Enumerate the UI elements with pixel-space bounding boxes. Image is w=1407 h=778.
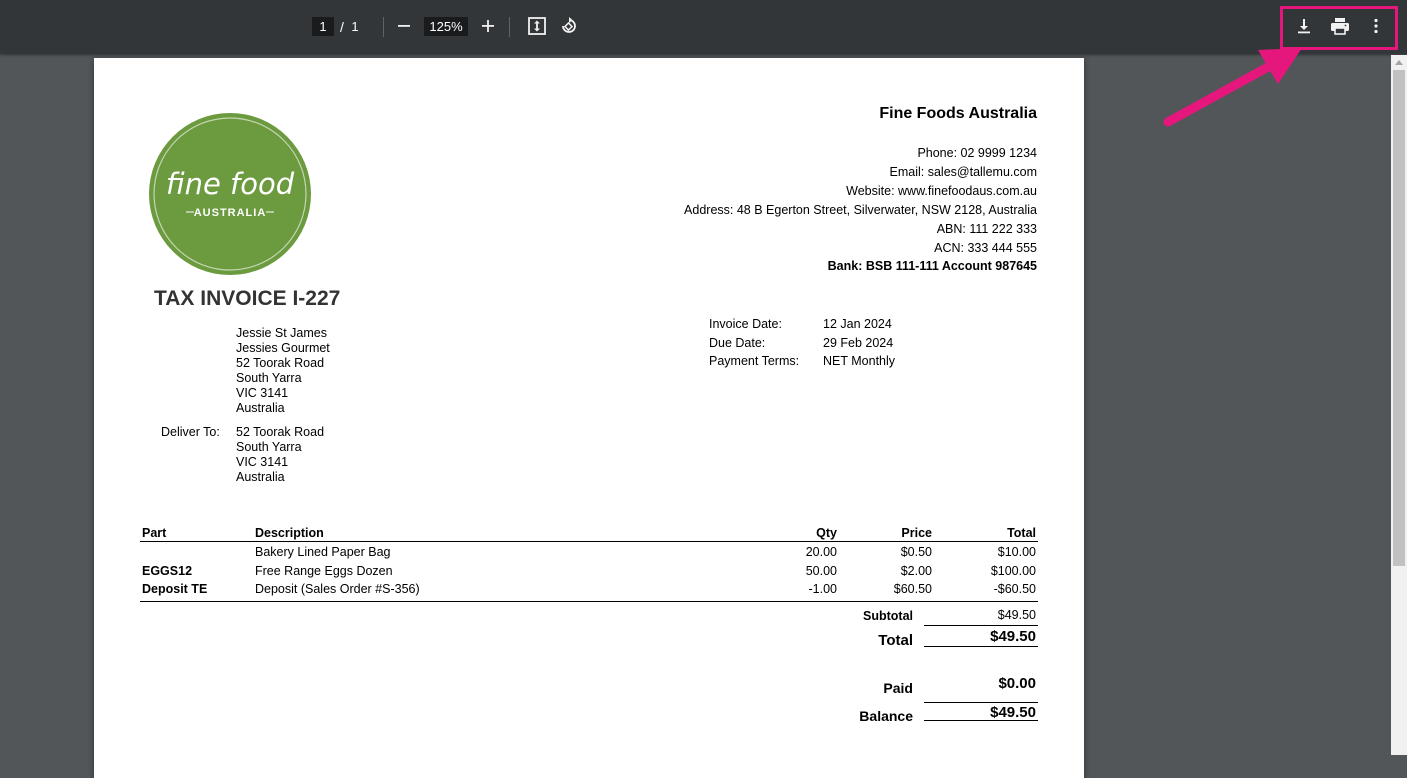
cell-description: Deposit (Sales Order #S-356) [255,582,420,596]
invoice-date-row: Invoice Date: 12 Jan 2024 [709,315,895,334]
cell-price: $0.50 [900,545,932,559]
balance-top-rule [924,702,1038,703]
cell-description: Free Range Eggs Dozen [255,563,393,578]
company-email: Email: sales@tallemu.com [889,164,1037,179]
address-line: Australia [236,400,285,415]
table-header: Part Description Qty Price Total [140,524,1038,542]
fit-to-page-button[interactable] [526,15,548,37]
address-line: VIC 3141 [236,385,289,400]
balance-rule [924,720,1038,721]
cell-price: $60.50 [893,582,932,596]
paid-value: $0.00 [998,675,1036,692]
svg-text:AUSTRALIA: AUSTRALIA [194,207,267,219]
due-date-row: Due Date: 29 Feb 2024 [709,334,895,353]
page-total: 1 [351,19,359,34]
zoom-level-input[interactable]: 125% [424,17,468,36]
rotate-button[interactable] [558,15,580,37]
company-phone: Phone: 02 9999 1234 [917,146,1037,160]
cell-description: Bakery Lined Paper Bag [255,545,391,559]
total-value: $49.50 [990,628,1036,645]
meta-label: Invoice Date: [709,317,782,331]
payment-terms-row: Payment Terms: NET Monthly [709,352,895,371]
balance-value: $49.50 [990,704,1036,721]
zoom-in-icon [482,20,494,32]
invoice-title: TAX INVOICE I-227 [154,287,341,310]
company-website: Website: www.finefoodaus.com.au [846,183,1037,198]
chevron-up-icon [1395,59,1403,65]
meta-value: NET Monthly [823,354,896,369]
cell-qty: -1.00 [808,582,838,596]
invoice-page: fine food AUSTRALIA Fine Foods Australia… [94,58,1084,778]
page-separator: / [340,18,344,35]
meta-label: Due Date: [709,335,766,350]
company-bank: Bank: BSB 111-111 Account 987645 [827,259,1037,274]
header-price: Price [901,526,932,540]
address-line: VIC 3141 [236,454,289,469]
address-line: 52 Toorak Road [236,355,325,370]
toolbar-divider [383,17,384,37]
invoice-meta: Invoice Date: 12 Jan 2024 Due Date: 29 F… [709,315,895,371]
svg-text:fine food: fine food [166,167,295,201]
address-line: 52 Toorak Road [236,425,325,439]
scroll-up-button[interactable] [1391,55,1407,69]
subtotal-value: $49.50 [997,608,1036,622]
header-total: Total [1007,526,1036,540]
meta-label: Payment Terms: [709,354,800,369]
fit-page-icon [528,17,546,35]
table-row: EGGS12 Free Range Eggs Dozen 50.00 $2.00… [140,562,1038,581]
bill-to-address: Jessie St James Jessies Gourmet 52 Toora… [236,326,330,415]
cell-qty: 20.00 [805,545,837,559]
cell-price: $2.00 [900,563,932,578]
address-line: South Yarra [236,370,302,385]
paid-label: Paid [883,680,913,696]
deliver-to-address: 52 Toorak Road South Yarra VIC 3141 Aust… [236,425,324,485]
total-rule [924,646,1038,647]
rotate-icon [562,17,576,33]
cell-part: Deposit TE [142,582,208,596]
address-line: Jessie St James [236,326,328,340]
meta-value: 12 Jan 2024 [823,317,892,331]
company-address: Address: 48 B Egerton Street, Silverwate… [684,202,1037,217]
meta-value: 29 Feb 2024 [823,335,894,350]
cell-part: EGGS12 [142,563,193,578]
company-acn: ACN: 333 444 555 [934,240,1037,255]
company-name: Fine Foods Australia [879,105,1037,122]
zoom-out-icon [398,25,410,27]
balance-label: Balance [859,708,913,724]
address-line: South Yarra [236,439,302,454]
address-line: Jessies Gourmet [236,340,330,355]
header-part: Part [142,526,167,540]
deliver-to-label: Deliver To: [161,425,220,439]
zoom-in-button[interactable] [478,15,498,37]
scrollbar-thumb[interactable] [1393,70,1405,566]
pdf-toolbar: 1 / 1 125% [0,0,1407,54]
cell-total: -$60.50 [993,582,1036,596]
cell-total: $100.00 [990,563,1036,578]
cell-qty: 50.00 [805,563,837,578]
cell-total: $10.00 [997,545,1036,559]
table-row: Bakery Lined Paper Bag 20.00 $0.50 $10.0… [140,543,1038,562]
page-number-input[interactable]: 1 [312,17,334,36]
toolbar-divider [509,17,510,37]
header-qty: Qty [816,526,837,540]
subtotal-label: Subtotal [863,609,913,623]
company-abn: ABN: 111 222 333 [936,221,1037,236]
table-row: Deposit TE Deposit (Sales Order #S-356) … [140,580,1038,599]
total-label: Total [878,632,913,649]
annotation-highlight-box [1280,6,1398,50]
address-line: Australia [236,469,285,484]
line-items-table: Part Description Qty Price Total Bakery … [140,524,1038,602]
header-description: Description [255,526,324,540]
fine-food-logo: fine food AUSTRALIA [149,113,311,275]
subtotal-rule [924,625,1038,626]
company-contact: Phone: 02 9999 1234 Email: sales@tallemu… [684,144,1037,276]
zoom-out-button[interactable] [394,15,414,37]
table-body: Bakery Lined Paper Bag 20.00 $0.50 $10.0… [140,542,1038,602]
